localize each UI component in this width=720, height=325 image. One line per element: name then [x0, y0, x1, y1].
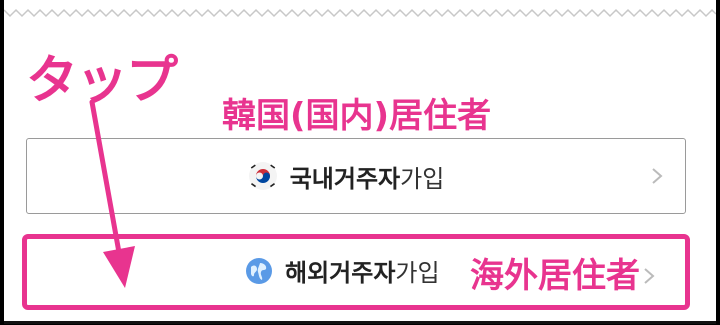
- overseas-join-label: 해외거주자가입: [285, 259, 440, 287]
- korea-resident-annotation: 韓国(国内)居住者: [222, 96, 492, 136]
- korea-flag-icon: [248, 162, 277, 190]
- chevron-right-icon: [644, 268, 655, 284]
- globe-icon: [246, 257, 272, 284]
- zigzag-divider: [4, 8, 716, 18]
- tap-annotation: タップ: [26, 51, 178, 111]
- domestic-resident-join-button[interactable]: 국내거주자가입: [26, 138, 686, 214]
- overseas-resident-annotation: 海外居住者: [470, 256, 640, 296]
- domestic-join-label: 국내거주자가입: [289, 164, 445, 193]
- chevron-right-icon: [652, 168, 663, 184]
